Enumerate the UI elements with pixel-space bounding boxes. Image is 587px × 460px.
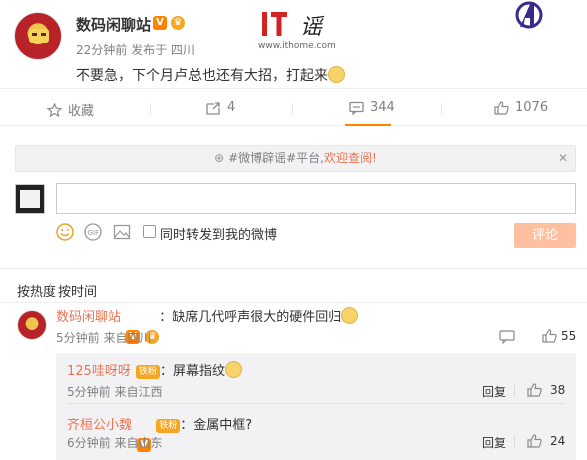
thumbs-up-icon[interactable] <box>527 383 542 397</box>
submit-comment-button[interactable]: 评论 <box>514 223 576 248</box>
reply-text: ：金属中框? <box>180 418 253 433</box>
favorite-button[interactable]: 收藏 <box>47 100 94 119</box>
sort-separator <box>50 283 51 295</box>
reply-like-count: 38 <box>550 383 566 397</box>
fan-badge: 铁粉 <box>135 365 160 379</box>
rumor-notice[interactable]: ⊕ #微博辟谣#平台,欢迎查阅! ✕ <box>15 145 576 172</box>
reply-text: ：屏幕指纹 <box>159 364 225 379</box>
svg-text:谣: 谣 <box>300 15 325 40</box>
thumbs-up-icon[interactable] <box>542 329 557 343</box>
reply-meta: 5分钟前 来自江西 <box>67 385 163 399</box>
reply-like-count: 24 <box>550 434 566 448</box>
repost-icon <box>206 101 220 115</box>
divider <box>0 302 587 303</box>
author-avatar[interactable] <box>14 12 62 60</box>
commenter-avatar[interactable] <box>17 310 47 340</box>
reply-item: 齐桓公小魏 V 铁粉 ：金属中框? <box>67 414 253 452</box>
active-tab-indicator <box>345 124 391 126</box>
reply-icon[interactable] <box>499 330 515 344</box>
post-text: 不要急，下个月卢总也还有大招，打起来 <box>76 65 345 85</box>
author-name[interactable]: 数码闲聊站 <box>76 14 151 35</box>
verified-badge-icon: V <box>153 16 167 30</box>
post-meta: 22分钟前 发布于 四川 <box>76 43 195 57</box>
svg-text:GIF: GIF <box>88 229 100 237</box>
thumbs-up-icon[interactable] <box>527 434 542 448</box>
comment-input[interactable] <box>56 183 576 214</box>
replier-name[interactable]: 齐桓公小魏 <box>67 418 132 433</box>
post-body: 不要急，下个月卢总也还有大招，打起来 <box>76 68 328 84</box>
divider <box>0 125 587 126</box>
notice-icon: ⊕ <box>214 151 225 165</box>
comment-meta: 5分钟前 来自四川 <box>56 331 152 345</box>
repost-count: 4 <box>227 100 236 115</box>
my-avatar[interactable] <box>15 184 45 214</box>
image-icon[interactable] <box>113 223 131 241</box>
ithome-url: www.ithome.com <box>258 41 336 51</box>
divider <box>0 88 587 89</box>
comment-item: 数码闲聊站 V ♛：缺席几代呼声很大的硬件回归 <box>56 306 359 344</box>
smile-emoji-icon <box>224 361 242 378</box>
doge-emoji-icon <box>328 66 345 83</box>
sort-by-time-tab[interactable]: 按时间 <box>58 281 97 300</box>
doge-emoji-icon <box>341 307 359 324</box>
avengers-logo-icon <box>515 1 543 29</box>
repost-checkbox[interactable] <box>143 225 156 238</box>
reply-meta: 6分钟前 来自山东 <box>67 436 163 450</box>
comment-icon <box>349 101 364 115</box>
emoji-icon[interactable] <box>56 223 74 241</box>
notice-text: #微博辟谣#平台, <box>228 151 324 165</box>
replier-name[interactable]: 125哇呀呀 <box>67 364 131 379</box>
comment-like-count: 55 <box>561 329 577 343</box>
star-icon <box>47 102 62 117</box>
repost-button[interactable]: 4 <box>206 100 235 115</box>
member-badge-icon: ♛ <box>171 16 185 30</box>
notice-link[interactable]: 欢迎查阅! <box>324 151 377 165</box>
thumbs-up-icon <box>494 100 509 115</box>
comment-text: ：缺席几代呼声很大的硬件回归 <box>159 310 342 325</box>
divider <box>0 268 587 269</box>
reply-item: 125哇呀呀 铁粉 ：屏幕指纹 <box>67 360 242 379</box>
like-button[interactable]: 1076 <box>494 100 548 115</box>
gif-icon[interactable]: GIF <box>84 223 102 241</box>
close-icon[interactable]: ✕ <box>558 146 568 171</box>
comment-tab[interactable]: 344 <box>349 100 395 115</box>
reply-button[interactable]: 回复 <box>482 383 506 400</box>
reply-button[interactable]: 回复 <box>482 434 506 451</box>
commenter-name[interactable]: 数码闲聊站 <box>56 310 121 325</box>
repost-checkbox-label: 同时转发到我的微博 <box>160 228 278 243</box>
fan-badge: 铁粉 <box>156 419 181 433</box>
favorite-label: 收藏 <box>68 104 95 119</box>
comment-count: 344 <box>370 100 395 115</box>
like-count: 1076 <box>515 100 549 115</box>
